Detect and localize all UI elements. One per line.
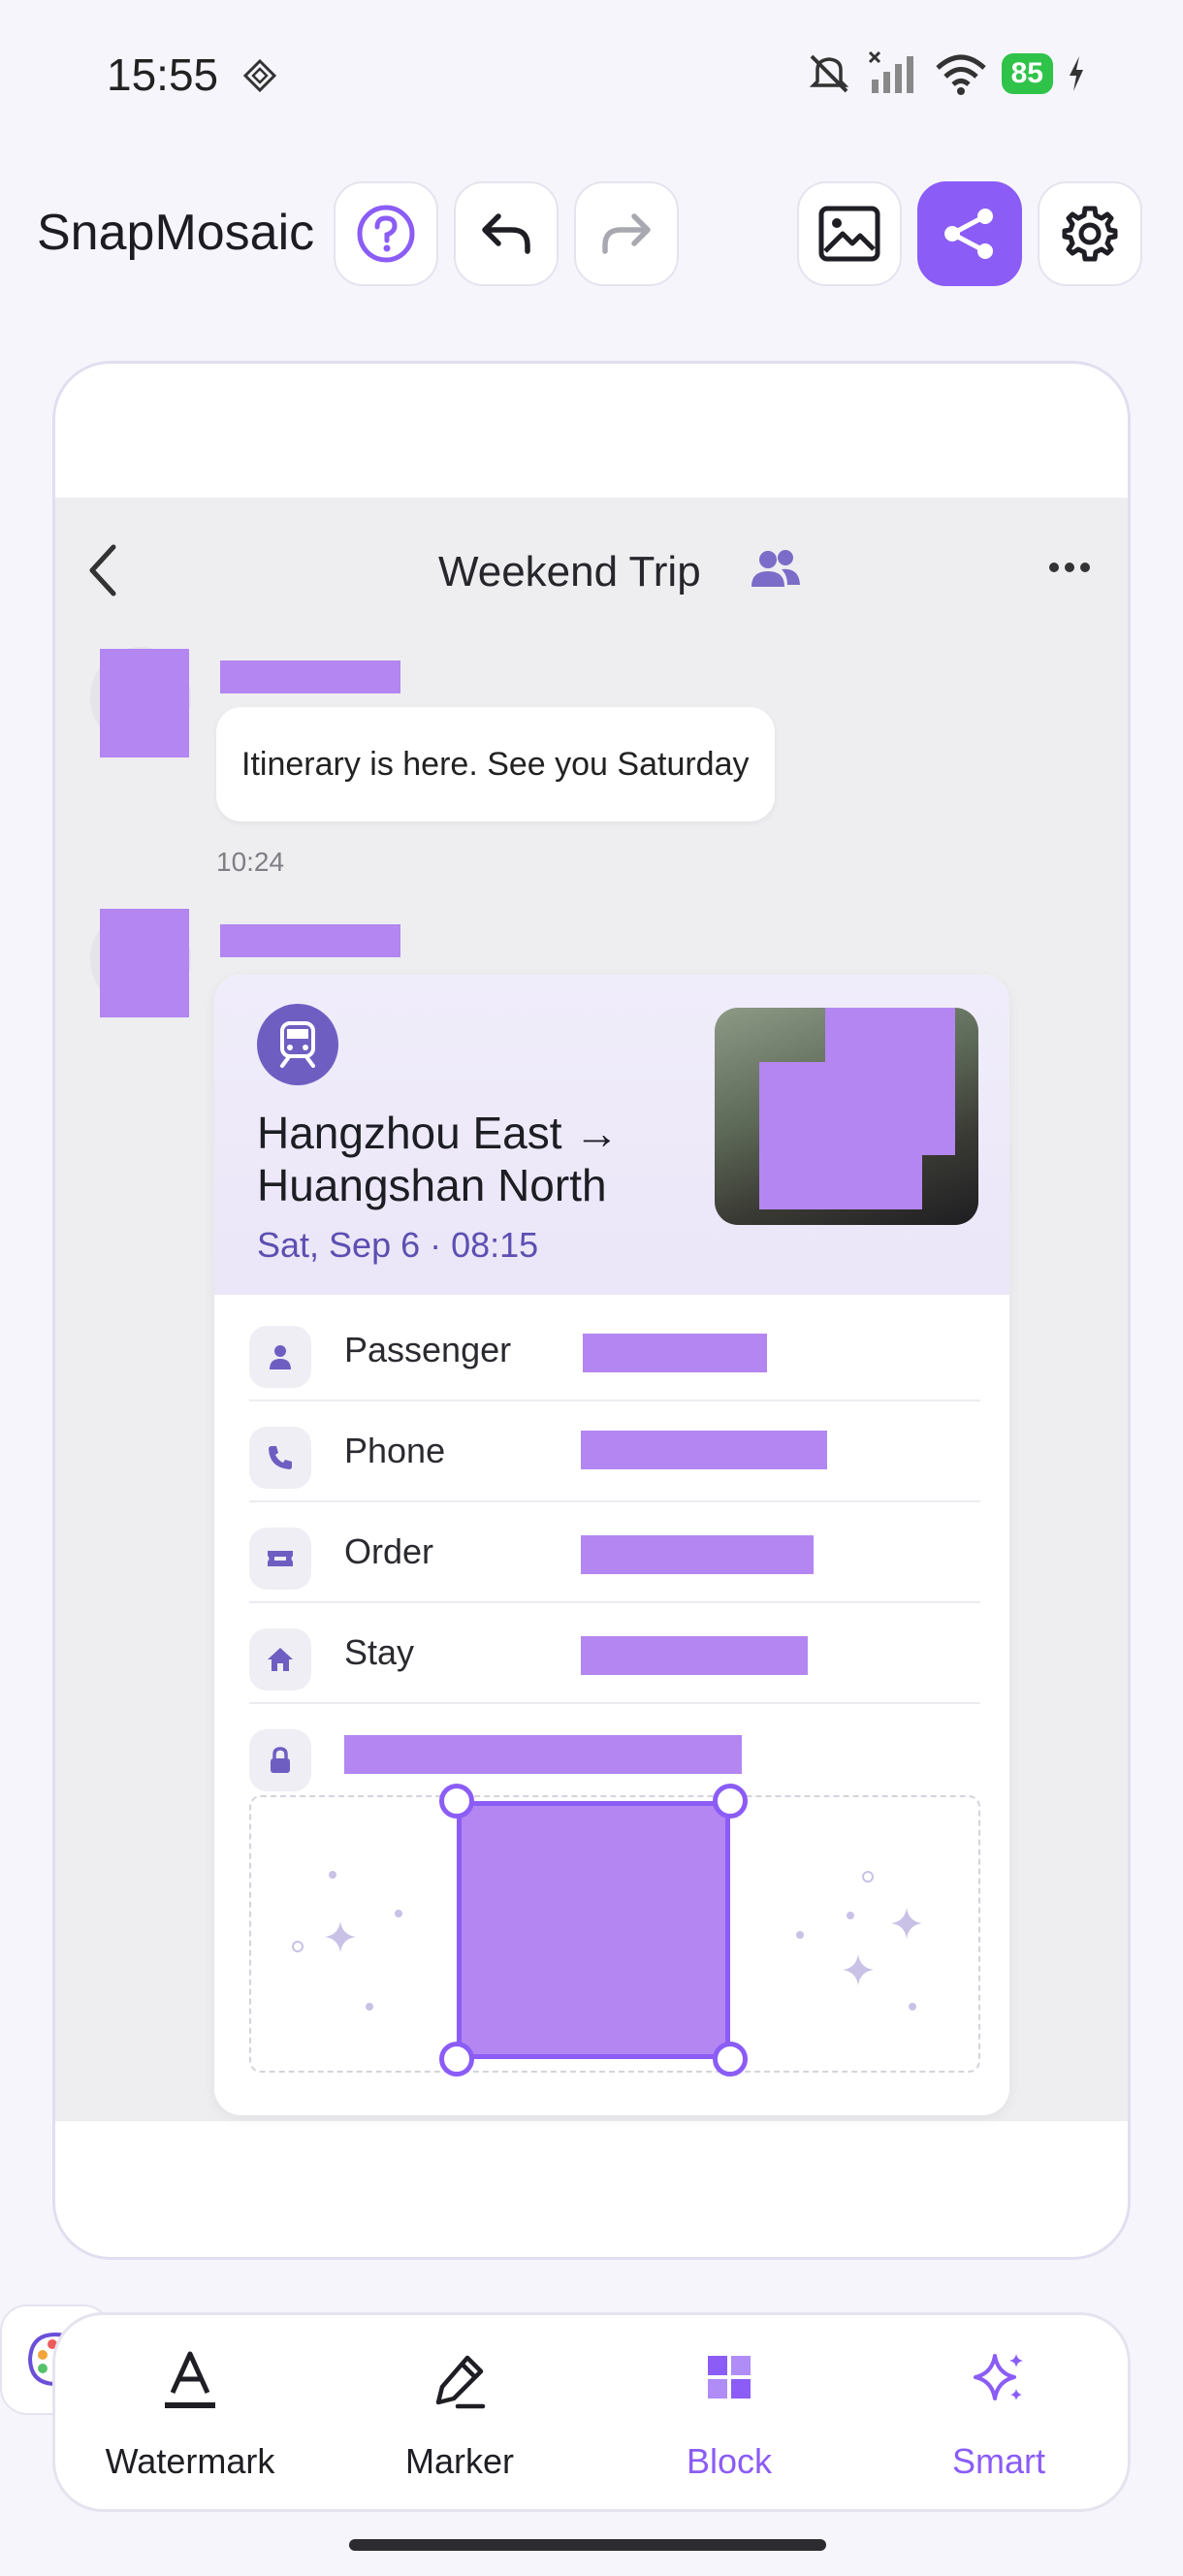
share-button[interactable] [917,181,1022,286]
sparkle-dot [329,1871,336,1879]
ticket-card: Hangzhou East → Huangshan North Sat, Sep… [214,975,1009,2115]
detail-label: Phone [344,1431,446,1470]
detail-label: Order [344,1531,434,1571]
ticket-icon [249,1528,311,1590]
battery-indicator: 85 [1001,53,1053,94]
detail-label: Stay [344,1632,415,1672]
status-bar: 15:55 85 [0,0,1183,145]
mosaic-block[interactable] [100,649,189,757]
mosaic-block[interactable] [344,1735,742,1774]
phone-icon [249,1427,311,1489]
sparkle-dot [292,1941,304,1952]
ticket-details: Passenger Phone Order Stay [214,1295,1009,2115]
mosaic-block[interactable] [100,909,189,1017]
sparkle-dot [847,1912,854,1919]
tool-watermark[interactable]: Watermark [55,2315,325,2509]
sparkle-dot [796,1931,804,1939]
wifi-icon [935,54,986,95]
gear-icon [1062,206,1118,262]
diamond-icon [242,58,277,93]
tool-label: Block [686,2441,773,2481]
mosaic-block[interactable] [759,1062,922,1209]
editor-canvas[interactable]: Weekend Trip Itinerary is here. See you … [52,361,1131,2260]
back-chevron-icon [89,544,116,596]
image-button[interactable] [797,181,902,286]
status-time: 15:55 [107,49,219,100]
sparkle-dot [366,2003,373,2011]
image-icon [818,206,880,262]
sparkle-dot [395,1910,402,1917]
home-icon [249,1628,311,1690]
mosaic-block[interactable] [581,1431,827,1469]
mosaic-block[interactable] [220,660,400,693]
selected-mosaic-block[interactable] [439,1784,748,2077]
mosaic-block[interactable] [220,924,400,957]
sparkle-icon [891,1908,922,1939]
ticket-header: Hangzhou East → Huangshan North Sat, Sep… [214,975,1009,1295]
ticket-date: Sat, Sep 6 · 08:15 [257,1225,539,1265]
tool-label: Smart [951,2441,1045,2481]
redo-icon [602,213,651,254]
signal-icon [868,50,913,93]
qr-code-area [249,1784,980,2077]
mosaic-block[interactable] [581,1535,814,1574]
charging-icon [1070,56,1083,91]
resize-handle-top-left[interactable] [439,1784,474,1819]
person-icon [249,1326,311,1388]
mute-icon [809,54,848,93]
resize-handle-bottom-left[interactable] [439,2042,474,2077]
mosaic-block[interactable] [581,1636,808,1675]
train-icon [257,1004,338,1085]
message-timestamp: 10:24 [216,847,285,877]
text-underline-icon [165,2351,215,2408]
more-icon [1049,563,1090,572]
status-icons: 85 [806,50,1086,97]
grid-block-icon [708,2356,751,2399]
detail-row-stay: Stay [249,1603,980,1704]
detail-row-secure [249,1704,980,1805]
detail-row-passenger: Passenger [249,1301,980,1401]
sparkle-icon [325,1921,356,1952]
mosaic-block[interactable] [583,1334,767,1372]
sparkle-dot [862,1871,874,1883]
help-icon [357,205,415,263]
share-icon [944,209,993,259]
sparkle-icon [974,2354,1023,2400]
detail-row-order: Order [249,1502,980,1603]
message-bubble: Itinerary is here. See you Saturday [216,707,775,821]
tool-block[interactable]: Block [594,2315,864,2509]
lock-icon [249,1729,311,1791]
tool-smart[interactable]: Smart [864,2315,1134,2509]
resize-handle-top-right[interactable] [713,1784,748,1819]
home-indicator [349,2539,826,2551]
tool-label: Watermark [105,2441,275,2481]
undo-icon [482,213,530,254]
sparkle-icon [843,1954,874,1985]
edited-screenshot[interactable]: Weekend Trip Itinerary is here. See you … [55,498,1128,2121]
detail-row-phone: Phone [249,1401,980,1502]
tool-bar: Watermark Marker Block Smart [52,2312,1131,2512]
sparkle-dot [909,2003,916,2011]
trip-photo [715,1008,978,1225]
detail-label: Passenger [344,1330,512,1369]
chat-title: Weekend Trip [438,548,701,596]
pen-icon [435,2355,486,2409]
ticket-route: Hangzhou East → Huangshan North [257,1108,620,1210]
undo-button[interactable] [454,181,559,286]
tool-marker[interactable]: Marker [325,2315,594,2509]
settings-button[interactable] [1038,181,1142,286]
app-title: SnapMosaic [37,205,315,261]
group-icon [751,550,800,587]
redo-button[interactable] [574,181,679,286]
help-button[interactable] [334,181,438,286]
tool-label: Marker [404,2441,514,2481]
resize-handle-bottom-right[interactable] [713,2042,748,2077]
